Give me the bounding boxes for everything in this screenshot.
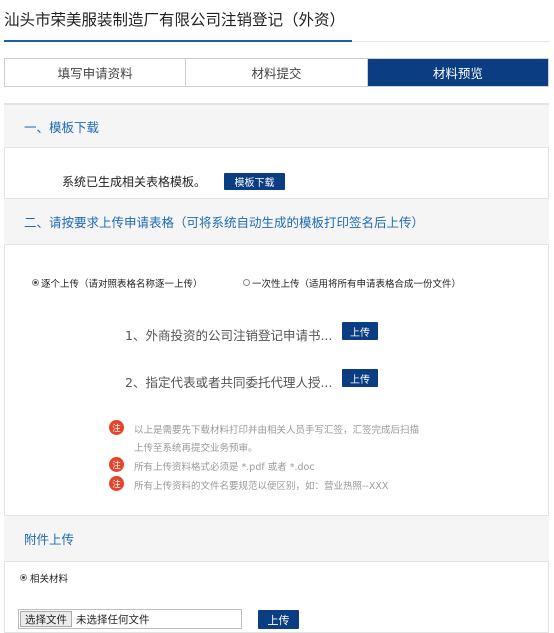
note-icon: 注 (109, 476, 124, 491)
radio-related-materials-label: 相关材料 (30, 574, 69, 585)
tab-preview-materials[interactable]: 材料预览 (367, 59, 548, 86)
note-line: 所有上传资料格式必须是 *.pdf 或者 *.doc (134, 462, 315, 473)
radio-upload-one-by-one-label: 逐个上传（请对照表格名称逐一上传） (41, 279, 203, 290)
template-download-button[interactable]: 模板下载 (224, 173, 285, 190)
page-title: 汕头市荣美服装制造厂有限公司注销登记（外资） (4, 11, 346, 29)
title-underline (4, 40, 352, 42)
attachment-upload-button[interactable]: 上传 (258, 610, 299, 629)
section-template-heading: 一、模板下载 (4, 104, 549, 148)
section-attachment-heading: 附件上传 (4, 515, 549, 562)
no-file-chosen-text: 未选择任何文件 (76, 613, 150, 626)
step-tabs: 填写申请资料 材料提交 材料预览 (4, 58, 549, 87)
section-template-title: 一、模板下载 (24, 119, 100, 135)
radio-related-materials[interactable] (20, 574, 27, 581)
title-divider (352, 41, 550, 42)
tab-submit-materials[interactable]: 材料提交 (186, 59, 368, 86)
note-icon: 注 (109, 420, 124, 435)
choose-file-button[interactable]: 选择文件 (20, 611, 72, 627)
radio-upload-one-by-one[interactable] (32, 279, 39, 286)
note-line: 以上是需要先下载材料打印并由相关人员手写汇签，汇签完成后扫描 (134, 425, 420, 436)
tab-fill-application[interactable]: 填写申请资料 (5, 59, 187, 86)
section-upload-title: 二、请按要求上传申请表格（可将系统自动生成的模板打印签名后上传） (24, 215, 425, 230)
radio-upload-all-at-once-label: 一次性上传（适用将所有申请表格合成一份文件） (252, 279, 462, 290)
note-line: 所有上传资料的文件名要规范以便区别，如：营业热照--XXX (134, 481, 389, 492)
note-line: 上传至系统再提交业务预审。 (134, 443, 258, 454)
template-generated-message: 系统已生成相关表格模板。 (62, 175, 207, 189)
section-attachment-title: 附件上传 (24, 532, 75, 547)
upload-item-1-button[interactable]: 上传 (342, 322, 378, 340)
file-input[interactable]: 选择文件 未选择任何文件 (18, 609, 242, 629)
section-upload-heading: 二、请按要求上传申请表格（可将系统自动生成的模板打印签名后上传） (4, 198, 549, 245)
note-icon: 注 (109, 457, 124, 472)
upload-item-label: 1、外商投资的公司注销登记申请书... (125, 328, 333, 343)
upload-item-label: 2、指定代表或者共同委托代理人授... (125, 375, 333, 390)
radio-upload-all-at-once[interactable] (243, 279, 250, 286)
upload-item-2-button[interactable]: 上传 (342, 369, 378, 387)
